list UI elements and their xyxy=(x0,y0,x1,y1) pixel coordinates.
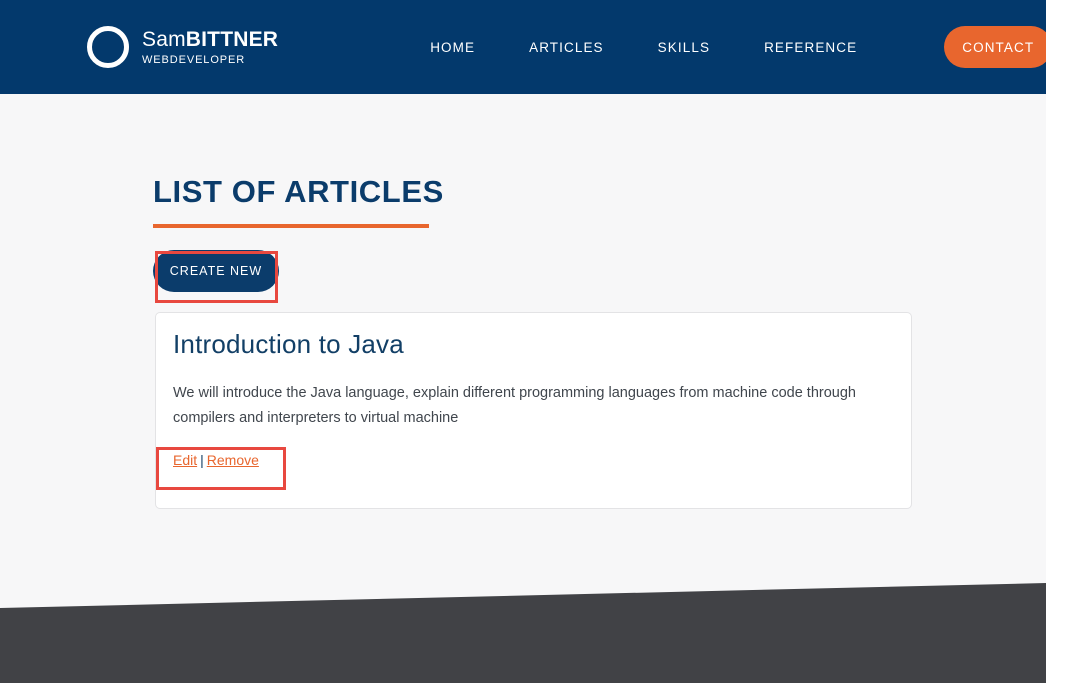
viewport-right-gutter xyxy=(1046,0,1067,683)
edit-link[interactable]: Edit xyxy=(173,452,197,468)
brand-name: SamBITTNER xyxy=(142,29,278,50)
nav-link-articles[interactable]: ARTICLES xyxy=(502,40,631,55)
article-description: We will introduce the Java language, exp… xyxy=(173,381,888,431)
contact-button[interactable]: CONTACT xyxy=(944,26,1052,68)
remove-link[interactable]: Remove xyxy=(207,452,259,468)
create-new-wrapper: CREATE NEW xyxy=(153,250,279,292)
circle-outline-icon xyxy=(87,26,129,68)
nav-link-reference[interactable]: REFERENCE xyxy=(737,40,884,55)
title-underline-rule xyxy=(153,224,429,228)
brand-name-bold: BITTNER xyxy=(186,28,278,51)
article-card: Introduction to Java We will introduce t… xyxy=(155,312,912,509)
brand-subtitle: WEBDEVELOPER xyxy=(142,55,278,66)
create-new-button[interactable]: CREATE NEW xyxy=(153,250,279,292)
page-root: SamBITTNER WEBDEVELOPER HOME ARTICLES SK… xyxy=(0,0,1067,683)
brand-logo[interactable]: SamBITTNER WEBDEVELOPER xyxy=(87,26,278,68)
brand-text: SamBITTNER WEBDEVELOPER xyxy=(142,29,278,66)
action-separator: | xyxy=(200,452,204,468)
nav-link-home[interactable]: HOME xyxy=(403,40,502,55)
nav-link-skills[interactable]: SKILLS xyxy=(631,40,737,55)
main-navigation: HOME ARTICLES SKILLS REFERENCE CONTACT xyxy=(403,26,1052,68)
page-title: LIST OF ARTICLES xyxy=(153,174,444,210)
brand-name-light: Sam xyxy=(142,28,186,51)
article-title: Introduction to Java xyxy=(173,329,404,360)
article-actions: Edit|Remove xyxy=(173,452,259,468)
site-footer xyxy=(0,583,1046,683)
site-header: SamBITTNER WEBDEVELOPER HOME ARTICLES SK… xyxy=(0,0,1046,94)
